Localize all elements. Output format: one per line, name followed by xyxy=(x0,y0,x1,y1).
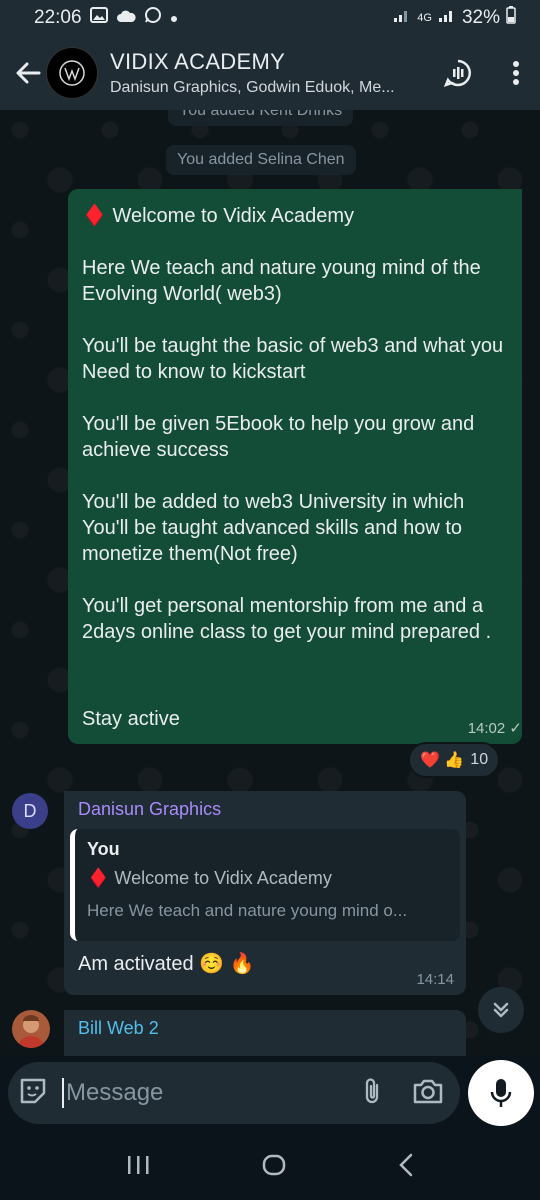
network-type: 4G xyxy=(417,12,432,24)
paperclip-icon xyxy=(365,1077,379,1103)
cloud-icon xyxy=(116,7,136,29)
avatar[interactable] xyxy=(12,1010,50,1048)
message-paragraph: You'll get personal mentorship from me a… xyxy=(82,595,492,643)
whatsapp-notification-icon xyxy=(144,6,162,30)
voice-chat-button[interactable] xyxy=(436,51,480,95)
back-button[interactable] xyxy=(4,49,52,97)
battery-percent: 32% xyxy=(461,7,500,28)
more-vertical-icon xyxy=(513,61,519,85)
dot-icon xyxy=(170,7,178,29)
avatar[interactable]: D xyxy=(12,793,48,829)
group-avatar[interactable] xyxy=(46,47,98,99)
chat-header: VIDIX ACADEMY Danisun Graphics, Godwin E… xyxy=(0,36,540,110)
back-nav-button[interactable] xyxy=(398,1153,414,1182)
scroll-to-bottom-button[interactable] xyxy=(478,987,524,1033)
status-time: 22:06 xyxy=(34,7,82,28)
message-input[interactable]: Message xyxy=(62,1078,362,1108)
system-message: You added Kent Drinks xyxy=(168,110,354,126)
message-paragraph: You'll be added to web3 University in wh… xyxy=(82,491,465,565)
reaction-count: 10 xyxy=(470,751,489,768)
voice-chat-icon xyxy=(443,59,471,88)
sender-name[interactable]: Bill Web 2 xyxy=(78,1018,159,1039)
quoted-message[interactable]: You ♦️ Welcome to Vidix Academy Here We … xyxy=(70,829,460,941)
home-icon xyxy=(262,1154,286,1175)
quote-body: Here We teach and nature young mind o... xyxy=(87,901,408,920)
message-text: Am activated ☺️ 🔥 xyxy=(78,953,255,975)
status-bar: 22:06 4G 32% xyxy=(0,0,540,36)
outgoing-message-bubble[interactable]: ♦️ Welcome to Vidix Academy Here We teac… xyxy=(68,189,522,744)
incoming-message-bubble[interactable]: Bill Web 2 xyxy=(64,1010,466,1056)
camera-icon xyxy=(413,1079,443,1103)
gallery-notification-icon xyxy=(89,7,108,29)
composer: Message xyxy=(0,1056,540,1134)
signal-icon xyxy=(393,7,411,29)
quote-author: You xyxy=(87,839,120,859)
message-time: 14:02 ✓ xyxy=(467,720,522,737)
group-title: VIDIX ACADEMY xyxy=(110,49,286,74)
quote-title: ♦️ Welcome to Vidix Academy xyxy=(87,868,332,888)
more-options-button[interactable] xyxy=(494,51,538,95)
attach-button[interactable] xyxy=(362,1076,382,1111)
message-paragraph: Stay active xyxy=(82,708,180,730)
recent-apps-button[interactable] xyxy=(126,1154,150,1181)
recent-apps-icon xyxy=(127,1155,149,1174)
message-paragraph: Here We teach and nature young mind of t… xyxy=(82,257,481,305)
group-info[interactable]: VIDIX ACADEMY Danisun Graphics, Godwin E… xyxy=(110,49,428,97)
system-message: You added Selina Chen xyxy=(166,145,356,175)
message-paragraph: You'll be taught the basic of web3 and w… xyxy=(82,335,504,383)
message-paragraph: You'll be given 5Ebook to help you grow … xyxy=(82,413,475,461)
group-members: Danisun Graphics, Godwin Eduok, Me... xyxy=(110,79,395,96)
voice-record-button[interactable] xyxy=(468,1060,534,1126)
battery-icon xyxy=(506,6,516,30)
camera-button[interactable] xyxy=(412,1077,444,1110)
read-check-icon: ✓ xyxy=(509,720,522,737)
message-input-container[interactable]: Message xyxy=(8,1062,460,1124)
chat-area[interactable]: You added Kent Drinks You added Selina C… xyxy=(0,110,540,1056)
reactions-badge[interactable]: ❤️ 👍 10 xyxy=(408,742,501,778)
sticker-button[interactable] xyxy=(18,1076,48,1111)
chevron-left-icon xyxy=(399,1153,413,1176)
double-chevron-down-icon xyxy=(493,1002,509,1018)
system-nav-bar xyxy=(0,1134,540,1200)
signal-icon-2 xyxy=(438,7,456,29)
incoming-message-bubble[interactable]: Danisun Graphics You ♦️ Welcome to Vidix… xyxy=(64,791,466,995)
message-time: 14:14 xyxy=(416,971,454,988)
vidix-logo-icon xyxy=(59,60,85,86)
sticker-icon xyxy=(20,1078,46,1103)
arrow-left-icon xyxy=(16,62,41,84)
microphone-icon xyxy=(490,1079,512,1107)
message-line: ♦️ Welcome to Vidix Academy xyxy=(82,205,355,227)
home-button[interactable] xyxy=(261,1153,287,1182)
reaction-emojis: ❤️ 👍 xyxy=(420,752,465,769)
user-photo-icon xyxy=(18,1015,44,1048)
sender-name[interactable]: Danisun Graphics xyxy=(78,799,221,820)
